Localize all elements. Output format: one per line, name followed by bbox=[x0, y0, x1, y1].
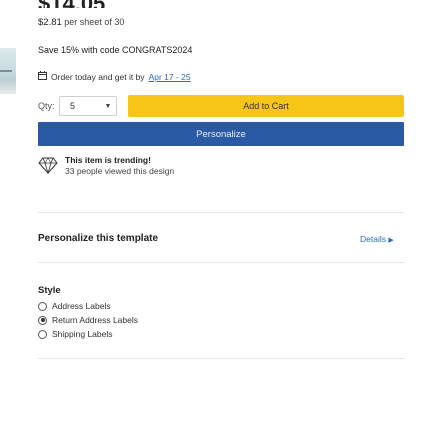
per-sheet-suffix: per sheet of 30 bbox=[64, 17, 125, 27]
style-option-label: Address Labels bbox=[52, 301, 111, 311]
personalize-button[interactable]: Personalize bbox=[38, 122, 404, 146]
diamond-icon bbox=[38, 155, 58, 175]
delivery-prefix: Order today and get it by bbox=[51, 71, 145, 82]
add-to-cart-button[interactable]: Add to Cart bbox=[128, 95, 404, 117]
thumbnail-indicator bbox=[0, 70, 12, 72]
style-option-shipping-labels[interactable]: Shipping Labels bbox=[38, 329, 113, 339]
style-option-return-address-labels[interactable]: Return Address Labels bbox=[38, 315, 138, 325]
quantity-select[interactable]: 5 ▼ bbox=[59, 96, 117, 116]
style-option-label: Return Address Labels bbox=[52, 315, 138, 325]
promo-text: Save 15% with code CONGRATS2024 bbox=[38, 45, 193, 55]
divider bbox=[38, 262, 404, 263]
details-label: Details bbox=[360, 234, 386, 244]
per-sheet-price: $2.81 per sheet of 30 bbox=[38, 17, 124, 28]
radio-button[interactable] bbox=[38, 301, 47, 311]
divider bbox=[38, 212, 404, 213]
delivery-date-link[interactable]: Apr 17 - 25 bbox=[149, 72, 191, 82]
trending-subtitle: 33 people viewed this design bbox=[65, 166, 175, 176]
radio-button[interactable] bbox=[38, 329, 47, 339]
calendar-icon bbox=[38, 71, 47, 82]
per-sheet-amount: $2.81 bbox=[38, 17, 62, 28]
divider bbox=[38, 358, 404, 359]
delivery-estimate: Order today and get it by Apr 17 - 25 bbox=[38, 71, 191, 82]
style-option-label: Shipping Labels bbox=[52, 329, 113, 339]
chevron-down-icon: ▼ bbox=[104, 102, 112, 110]
chevron-right-icon: ▶ bbox=[388, 237, 394, 244]
details-link[interactable]: Details ▶ bbox=[360, 234, 394, 244]
style-option-address-labels[interactable]: Address Labels bbox=[38, 301, 111, 311]
style-heading: Style bbox=[38, 285, 61, 296]
trending-title: This item is trending! bbox=[65, 155, 151, 165]
trending-notice: This item is trending! 33 people viewed … bbox=[38, 155, 174, 176]
product-price: $14.05 bbox=[38, 0, 105, 8]
quantity-value: 5 bbox=[70, 101, 76, 111]
quantity-row: Qty: 5 ▼ Add to Cart bbox=[38, 95, 404, 117]
personalize-section-title: Personalize this template bbox=[38, 233, 159, 244]
quantity-label: Qty: bbox=[38, 101, 55, 111]
radio-button-selected[interactable] bbox=[38, 315, 47, 325]
